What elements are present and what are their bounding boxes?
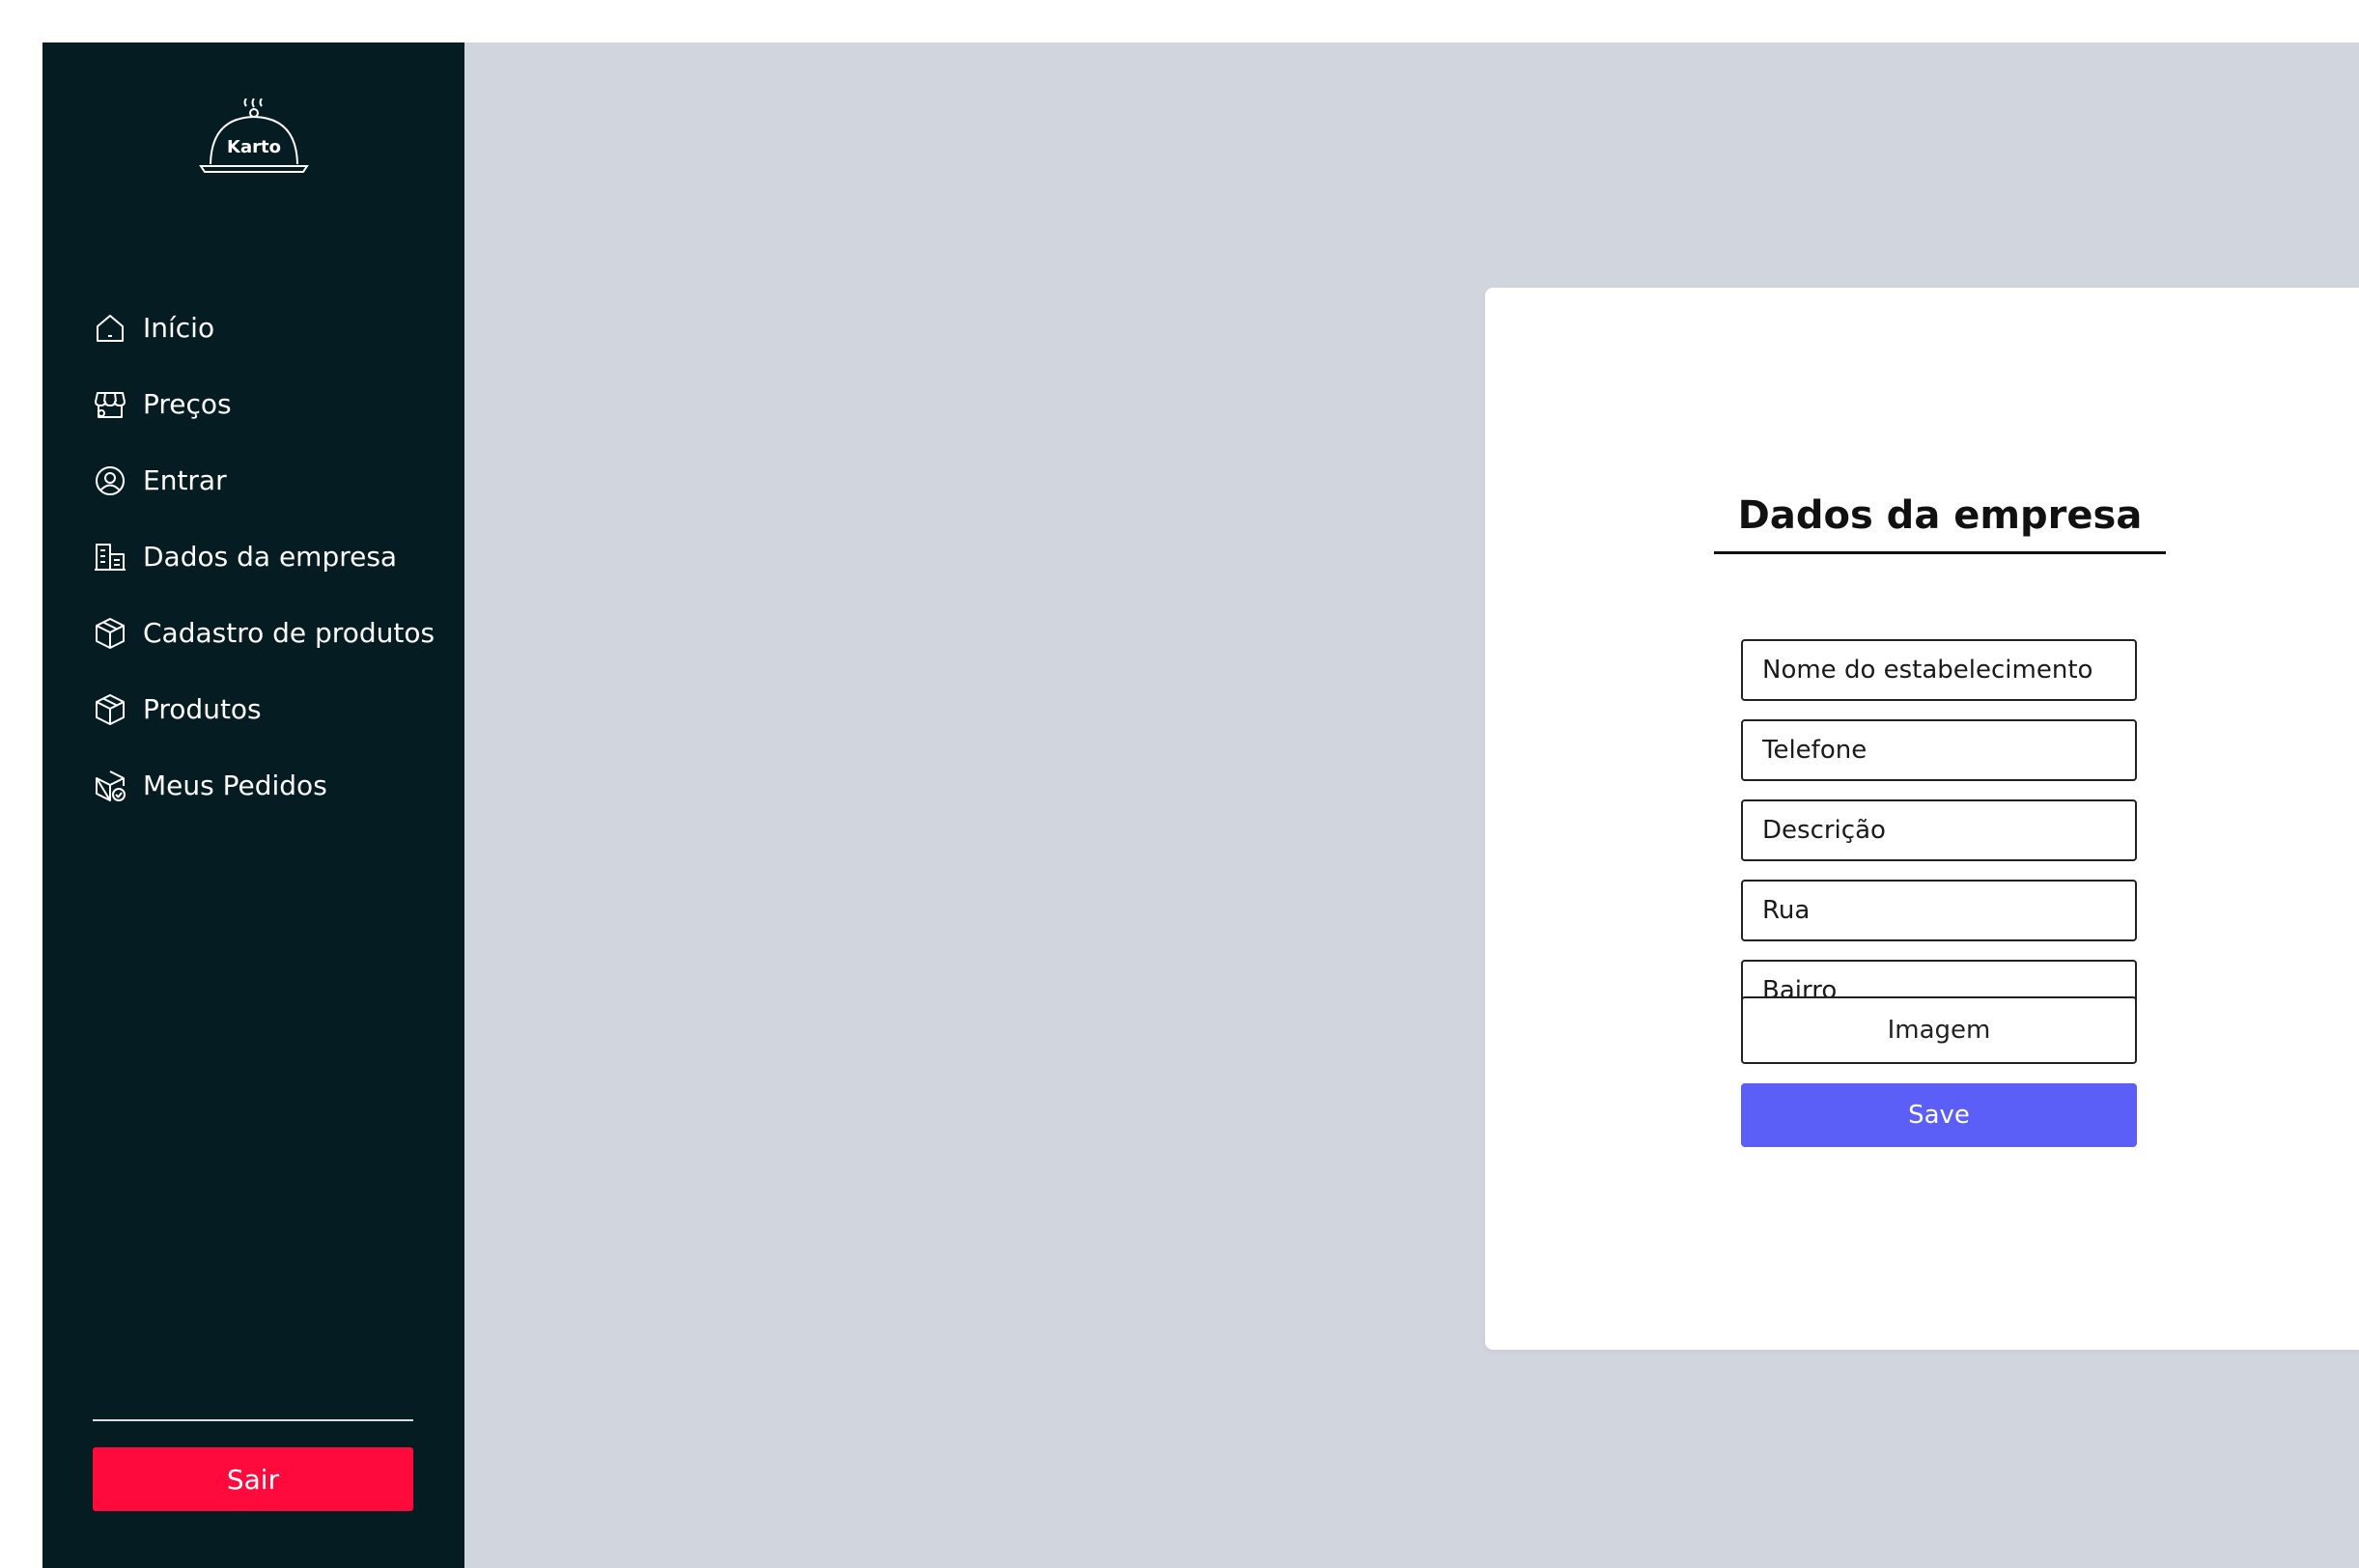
form-title: Dados da empresa	[1714, 485, 2166, 554]
logout-button[interactable]: Sair	[93, 1447, 413, 1511]
sidebar-item-dados-da-empresa[interactable]: Dados da empresa	[93, 518, 440, 595]
brand-name: Karto	[227, 137, 281, 157]
storefront-icon	[95, 391, 126, 418]
user-circle-icon	[96, 465, 125, 495]
buildings-icon	[95, 543, 126, 571]
package-icon	[96, 617, 125, 649]
image-upload-button[interactable]: Imagem	[1741, 996, 2137, 1064]
brand-logo[interactable]: Karto	[197, 98, 311, 178]
sidebar: Karto Início Preços Entrar Dados da empr…	[42, 42, 464, 1568]
cloche-icon: Karto	[199, 98, 309, 173]
home-icon	[97, 314, 124, 342]
phone-input[interactable]	[1741, 719, 2137, 781]
description-input[interactable]	[1741, 799, 2137, 861]
package-icon	[96, 693, 125, 725]
sidebar-item-label: Produtos	[143, 693, 262, 725]
sidebar-item-label: Meus Pedidos	[143, 770, 327, 801]
sidebar-divider	[93, 1419, 413, 1421]
save-button[interactable]: Save	[1741, 1083, 2137, 1147]
sidebar-item-label: Preços	[143, 388, 232, 420]
sidebar-item-label: Entrar	[143, 464, 227, 496]
package-check-icon	[96, 770, 126, 801]
sidebar-nav: Início Preços Entrar Dados da empresa Ca…	[93, 290, 440, 824]
sidebar-item-entrar[interactable]: Entrar	[93, 442, 440, 518]
sidebar-item-label: Início	[143, 312, 215, 344]
sidebar-item-cadastro-de-produtos[interactable]: Cadastro de produtos	[93, 595, 440, 671]
sidebar-item-label: Dados da empresa	[143, 541, 398, 573]
company-form-card: Dados da empresa Imagem Save	[1485, 288, 2359, 1350]
sidebar-item-produtos[interactable]: Produtos	[93, 671, 440, 747]
sidebar-item-meus-pedidos[interactable]: Meus Pedidos	[93, 747, 440, 824]
sidebar-item-inicio[interactable]: Início	[93, 290, 440, 366]
street-input[interactable]	[1741, 880, 2137, 941]
page-background: Karto Início Preços Entrar Dados da empr…	[42, 42, 2359, 1568]
establishment-name-input[interactable]	[1741, 639, 2137, 701]
sidebar-item-label: Cadastro de produtos	[143, 617, 435, 649]
sidebar-item-precos[interactable]: Preços	[93, 366, 440, 442]
